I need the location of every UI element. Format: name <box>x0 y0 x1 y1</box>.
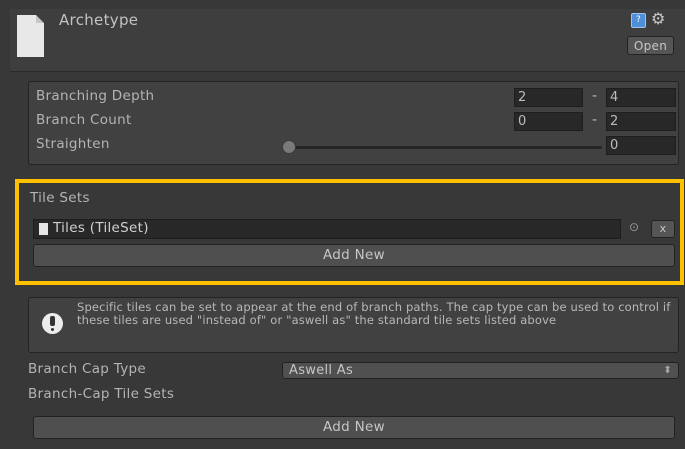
add-tileset-button[interactable]: Add New <box>33 244 675 267</box>
branching-depth-label: Branching Depth <box>36 88 155 104</box>
tileset-file-icon <box>39 223 48 235</box>
document-icon <box>17 15 44 57</box>
straighten-slider-track[interactable] <box>289 146 602 149</box>
branch-cap-tilesets-label: Branch-Cap Tile Sets <box>28 386 175 402</box>
tileset-value: Tiles (TileSet) <box>53 220 149 236</box>
object-picker-icon[interactable]: ⊙ <box>629 220 639 234</box>
remove-tileset-button[interactable]: x <box>651 220 675 238</box>
open-button[interactable]: Open <box>627 36 674 55</box>
branching-depth-min-field[interactable]: 2 <box>514 88 583 107</box>
branching-depth-max-field[interactable]: 4 <box>606 88 676 107</box>
branch-cap-type-dropdown[interactable]: Aswell As ⬍ <box>282 362 679 379</box>
gear-icon[interactable]: ⚙ <box>651 9 666 28</box>
asset-title: Archetype <box>59 11 139 29</box>
add-branch-cap-tileset-button[interactable]: Add New <box>33 416 675 439</box>
straighten-value-field[interactable]: 0 <box>606 136 676 155</box>
branch-count-label: Branch Count <box>36 112 132 128</box>
info-icon <box>42 313 63 334</box>
branch-count-min-field[interactable]: 0 <box>514 112 583 131</box>
branch-cap-type-label: Branch Cap Type <box>28 361 146 377</box>
tile-sets-label: Tile Sets <box>30 190 90 206</box>
range-separator: - <box>592 88 598 104</box>
help-book-icon[interactable]: ? <box>631 13 646 28</box>
straighten-label: Straighten <box>36 136 110 152</box>
info-text: Specific tiles can be set to appear at t… <box>77 300 671 327</box>
branch-count-max-field[interactable]: 2 <box>606 112 676 131</box>
straighten-slider-thumb[interactable] <box>282 140 296 154</box>
range-separator: - <box>592 112 598 128</box>
dropdown-arrow-icon: ⬍ <box>663 365 672 376</box>
branch-cap-type-value: Aswell As <box>289 363 354 378</box>
